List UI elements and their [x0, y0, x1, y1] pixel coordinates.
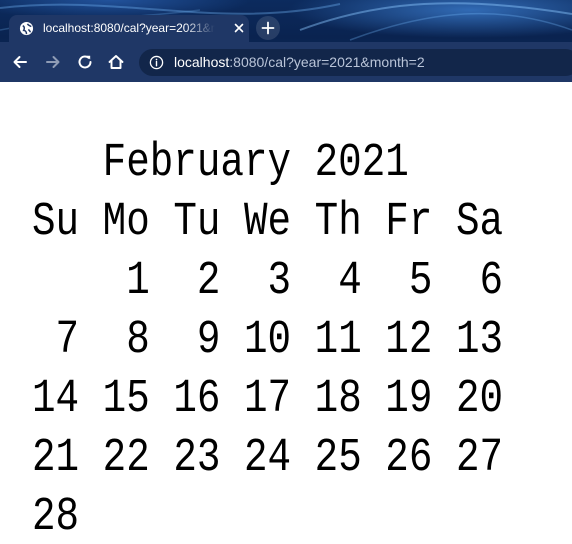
- weekday-tu: Tu: [173, 196, 244, 249]
- day-cell: 21: [32, 432, 103, 485]
- address-bar[interactable]: localhost:8080/cal?year=2021&month=2: [139, 49, 572, 76]
- weekday-we: We: [243, 196, 315, 249]
- day-cell: 6: [455, 255, 504, 308]
- arrow-left-icon[interactable]: [11, 53, 29, 71]
- day-cell: 19: [385, 373, 456, 426]
- page-content: February 2021 Su Mo Tu We Th Fr Sa 1 2 3 …: [0, 82, 572, 544]
- day-cell: 11: [314, 314, 386, 367]
- day-cell: 8: [102, 314, 174, 367]
- weekday-mo: Mo: [102, 196, 174, 249]
- calendar-weeks: 1 2 3 4 5 6 7 8 9 10 11 12 13 14 15 16 17…: [32, 252, 503, 544]
- day-cell: 14: [32, 373, 103, 426]
- address-host: localhost: [174, 54, 230, 70]
- day-cell: 13: [455, 314, 504, 367]
- browser-tab[interactable]: localhost:8080/cal?year=2021&month=2: [9, 15, 249, 42]
- new-tab-button[interactable]: [256, 16, 280, 40]
- empty-day-cell: [32, 252, 103, 311]
- reload-icon[interactable]: [76, 53, 94, 71]
- week-row: 28: [32, 488, 503, 544]
- home-icon[interactable]: [107, 53, 125, 71]
- globe-icon: [19, 21, 34, 36]
- week-row: 14 15 16 17 18 19 20: [32, 370, 503, 429]
- calendar-title-row: February 2021: [32, 134, 503, 193]
- day-cell: 17: [243, 373, 315, 426]
- day-cell: 24: [243, 432, 315, 485]
- weekday-th: Th: [314, 196, 386, 249]
- browser-toolbar: localhost:8080/cal?year=2021&month=2: [0, 42, 572, 82]
- day-cell: 20: [455, 373, 504, 426]
- weekday-su: Su: [32, 196, 103, 249]
- calendar: February 2021 Su Mo Tu We Th Fr Sa 1 2 3 …: [32, 134, 503, 544]
- address-url[interactable]: localhost:8080/cal?year=2021&month=2: [174, 54, 425, 71]
- day-cell: 22: [102, 432, 174, 485]
- day-cell: 4: [314, 255, 386, 308]
- close-icon[interactable]: [232, 21, 246, 35]
- day-cell: 26: [385, 432, 456, 485]
- day-cell: 18: [314, 373, 386, 426]
- day-cell: 12: [385, 314, 456, 367]
- day-cell: 15: [102, 373, 174, 426]
- day-cell: 7: [32, 314, 103, 367]
- address-path: :8080/cal?year=2021&month=2: [229, 54, 425, 70]
- day-cell: 10: [243, 314, 315, 367]
- day-cell: 28: [32, 491, 80, 544]
- tab-title: localhost:8080/cal?year=2021&month=2: [43, 21, 215, 35]
- day-cell: 25: [314, 432, 386, 485]
- day-cell: 27: [455, 432, 504, 485]
- day-cell: 3: [243, 255, 315, 308]
- day-cell: 23: [173, 432, 244, 485]
- week-row: 1 2 3 4 5 6: [32, 252, 503, 311]
- day-cell: 16: [173, 373, 244, 426]
- calendar-title: February 2021: [32, 137, 409, 190]
- arrow-right-icon[interactable]: [44, 53, 62, 71]
- week-row: 21 22 23 24 25 26 27: [32, 429, 503, 488]
- day-cell: 1: [102, 255, 174, 308]
- week-row: 7 8 9 10 11 12 13: [32, 311, 504, 370]
- day-cell: 9: [173, 314, 244, 367]
- weekday-header-row: Su Mo Tu We Th Fr Sa: [32, 193, 503, 252]
- day-cell: 2: [173, 255, 244, 308]
- browser-frame: localhost:8080/cal?year=2021&month=2: [0, 0, 572, 82]
- info-icon[interactable]: [149, 55, 164, 70]
- plus-icon: [261, 21, 275, 35]
- day-cell: 5: [385, 255, 456, 308]
- weekday-sa: Sa: [455, 196, 504, 249]
- weekday-fr: Fr: [385, 196, 456, 249]
